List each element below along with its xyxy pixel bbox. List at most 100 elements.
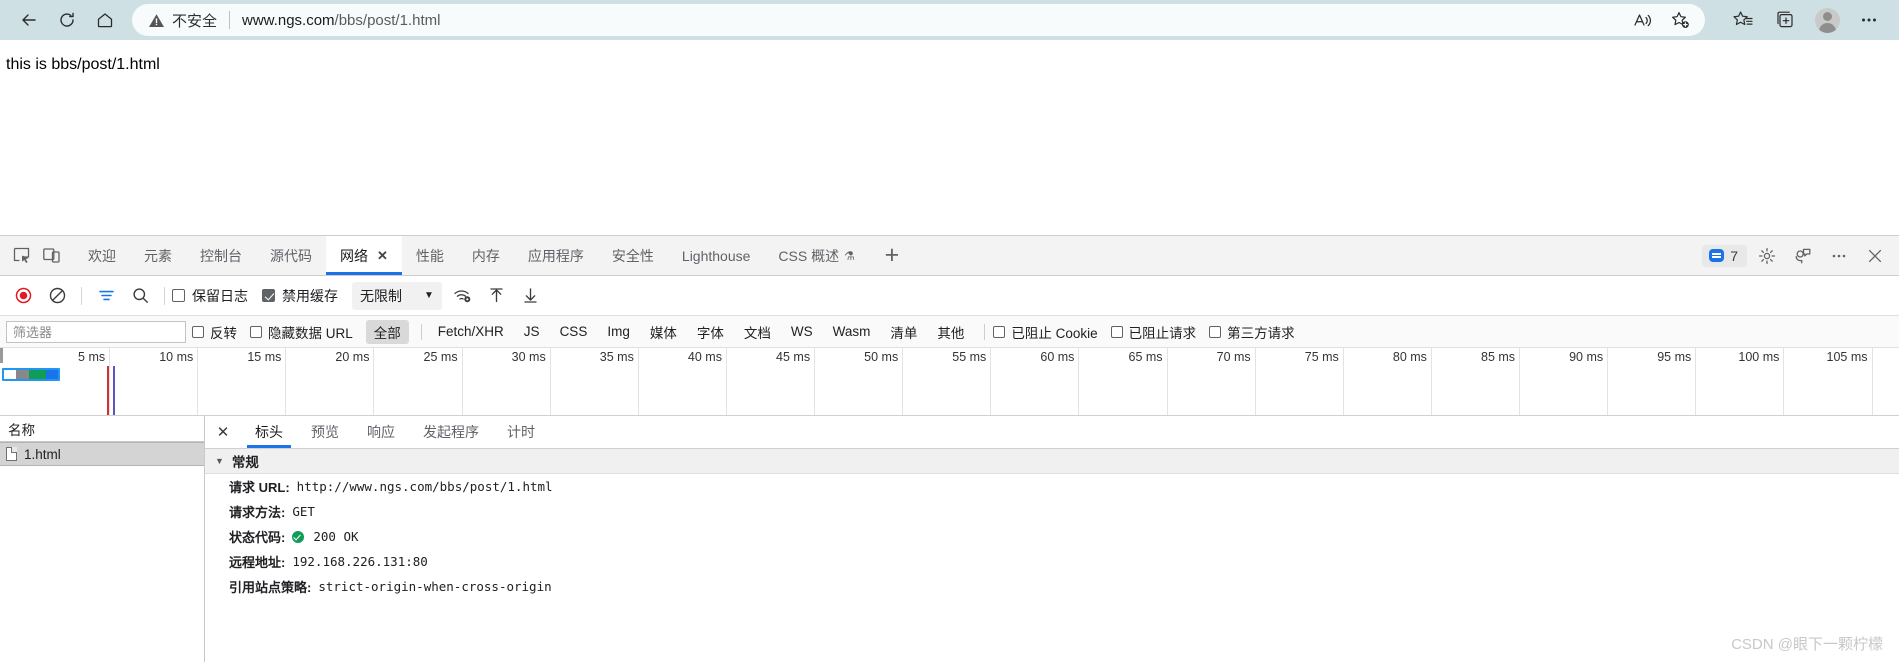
clear-button[interactable] (40, 281, 74, 311)
import-har-button[interactable] (480, 281, 514, 311)
back-arrow-icon (22, 14, 36, 26)
tab-sources[interactable]: 源代码 (256, 236, 326, 275)
throttling-dropdown[interactable]: 无限制 ▼ (352, 281, 442, 310)
network-conditions-button[interactable] (446, 281, 480, 311)
blocked-requests-box (1110, 325, 1123, 338)
security-indicator[interactable]: 不安全 (148, 10, 217, 31)
clear-circle-slash-icon (49, 287, 65, 304)
browser-settings-button[interactable] (1849, 3, 1889, 37)
device-toolbar-button[interactable] (36, 236, 66, 275)
reload-button[interactable] (48, 3, 86, 37)
general-section-header[interactable]: ▼ 常规 (205, 449, 1899, 474)
request-row-1html[interactable]: 1.html (0, 442, 204, 466)
close-icon: ✕ (216, 424, 230, 441)
plus-icon: + (884, 241, 900, 269)
blocked-cookies-box (993, 325, 1006, 338)
filter-input[interactable]: 筛选器 (6, 320, 186, 343)
close-network-tab-icon[interactable]: ✕ (377, 248, 388, 264)
type-filter-media[interactable]: 媒体 (642, 320, 685, 344)
request-list-header[interactable]: 名称 (0, 416, 204, 442)
tab-lighthouse[interactable]: Lighthouse (668, 236, 765, 275)
field-key: 请求 URL: (229, 480, 290, 495)
close-icon (1868, 249, 1882, 262)
tab-welcome[interactable]: 欢迎 (74, 236, 130, 275)
profile-button[interactable] (1807, 3, 1847, 37)
filter-icon (98, 290, 114, 301)
type-filter-fetch-xhr[interactable]: Fetch/XHR (430, 322, 512, 341)
gear-icon (1758, 247, 1776, 264)
home-button[interactable] (86, 3, 124, 37)
issues-badge[interactable]: 7 (1702, 244, 1747, 267)
third-party-box (1209, 325, 1222, 338)
toggle-filter-button[interactable] (89, 281, 123, 311)
tab-label: Lighthouse (681, 247, 751, 264)
tab-performance[interactable]: 性能 (402, 236, 458, 275)
invert-checkbox[interactable]: 反转 (192, 322, 237, 342)
type-filter-js[interactable]: JS (516, 322, 548, 341)
invert-label: 反转 (210, 325, 237, 341)
detail-tab-response[interactable]: 响应 (353, 416, 409, 448)
upload-arrow-icon (490, 288, 504, 303)
third-party-checkbox[interactable]: 第三方请求 (1209, 322, 1295, 342)
read-aloud-icon (1633, 13, 1651, 26)
type-filter-img[interactable]: Img (599, 322, 638, 341)
blocked-requests-checkbox[interactable]: 已阻止请求 (1110, 322, 1197, 342)
devtools-close-button[interactable] (1859, 242, 1891, 270)
read-aloud-button[interactable] (1625, 5, 1659, 35)
hide-data-urls-checkbox[interactable]: 隐藏数据 URL (250, 322, 353, 342)
type-filter-other[interactable]: 其他 (929, 320, 972, 344)
add-to-favorites-button[interactable] (1663, 5, 1697, 35)
issues-message-icon (1709, 249, 1725, 262)
field-key: 请求方法: (229, 505, 286, 520)
type-filter-doc[interactable]: 文档 (736, 320, 779, 344)
tab-console[interactable]: 控制台 (186, 236, 256, 275)
download-arrow-icon (524, 288, 538, 303)
type-filter-wasm[interactable]: Wasm (825, 322, 879, 341)
preserve-log-checkbox[interactable]: 保留日志 (172, 286, 248, 306)
type-filter-all[interactable]: 全部 (365, 319, 409, 344)
blocked-cookies-checkbox[interactable]: 已阻止 Cookie (993, 322, 1098, 342)
search-button[interactable] (123, 281, 157, 311)
request-list: 名称 1.html (0, 416, 205, 662)
tab-application[interactable]: 应用程序 (514, 236, 598, 275)
blocked-requests-label: 已阻止请求 (1128, 325, 1197, 341)
tab-security[interactable]: 安全性 (598, 236, 668, 275)
request-name: 1.html (24, 446, 61, 462)
detail-tab-preview[interactable]: 预览 (297, 416, 353, 448)
record-button[interactable] (6, 281, 40, 311)
tab-css-overview[interactable]: CSS 概述 ⚗ (764, 236, 868, 275)
inspect-element-button[interactable] (6, 236, 36, 275)
type-filter-css[interactable]: CSS (552, 322, 596, 341)
type-filter-manifest[interactable]: 清单 (882, 320, 925, 344)
third-party-label: 第三方请求 (1227, 325, 1295, 341)
tab-elements[interactable]: 元素 (130, 236, 186, 275)
detail-tab-initiator[interactable]: 发起程序 (409, 416, 493, 448)
devtools-feedback-button[interactable] (1787, 242, 1819, 270)
devtools-more-button[interactable] (1823, 242, 1855, 270)
devtools-settings-button[interactable] (1751, 242, 1783, 270)
collections-button[interactable] (1765, 3, 1805, 37)
more-panels-button[interactable]: + (869, 236, 915, 275)
export-har-button[interactable] (514, 281, 548, 311)
detail-tab-headers[interactable]: 标头 (241, 416, 297, 448)
close-detail-button[interactable]: ✕ (205, 416, 241, 448)
reload-icon (60, 12, 74, 27)
timeline-tick: 105 ms (0, 348, 1873, 415)
back-button[interactable] (10, 3, 48, 37)
tab-label: 元素 (144, 247, 172, 264)
page-viewport: this is bbs/post/1.html (0, 40, 1899, 235)
field-request-method: 请求方法: GET (205, 499, 1899, 524)
browser-action-icons (1715, 3, 1889, 37)
address-bar[interactable]: 不安全 www.ngs.com/bbs/post/1.html (132, 4, 1705, 36)
tab-memory[interactable]: 内存 (458, 236, 514, 275)
tab-label: 标头 (255, 424, 283, 440)
tab-network[interactable]: 网络 ✕ (326, 236, 402, 275)
disable-cache-checkbox[interactable]: 禁用缓存 (262, 286, 338, 306)
detail-tab-timing[interactable]: 计时 (493, 416, 549, 448)
url-host: www.ngs.com (242, 11, 335, 29)
network-timeline-overview[interactable]: 5 ms 10 ms 15 ms 20 ms 25 ms 30 ms 35 ms 40 ms 4… (0, 348, 1899, 416)
favorites-star-icon (1733, 11, 1753, 26)
type-filter-font[interactable]: 字体 (689, 320, 732, 344)
type-filter-ws[interactable]: WS (783, 322, 821, 341)
favorites-button[interactable] (1723, 3, 1763, 37)
